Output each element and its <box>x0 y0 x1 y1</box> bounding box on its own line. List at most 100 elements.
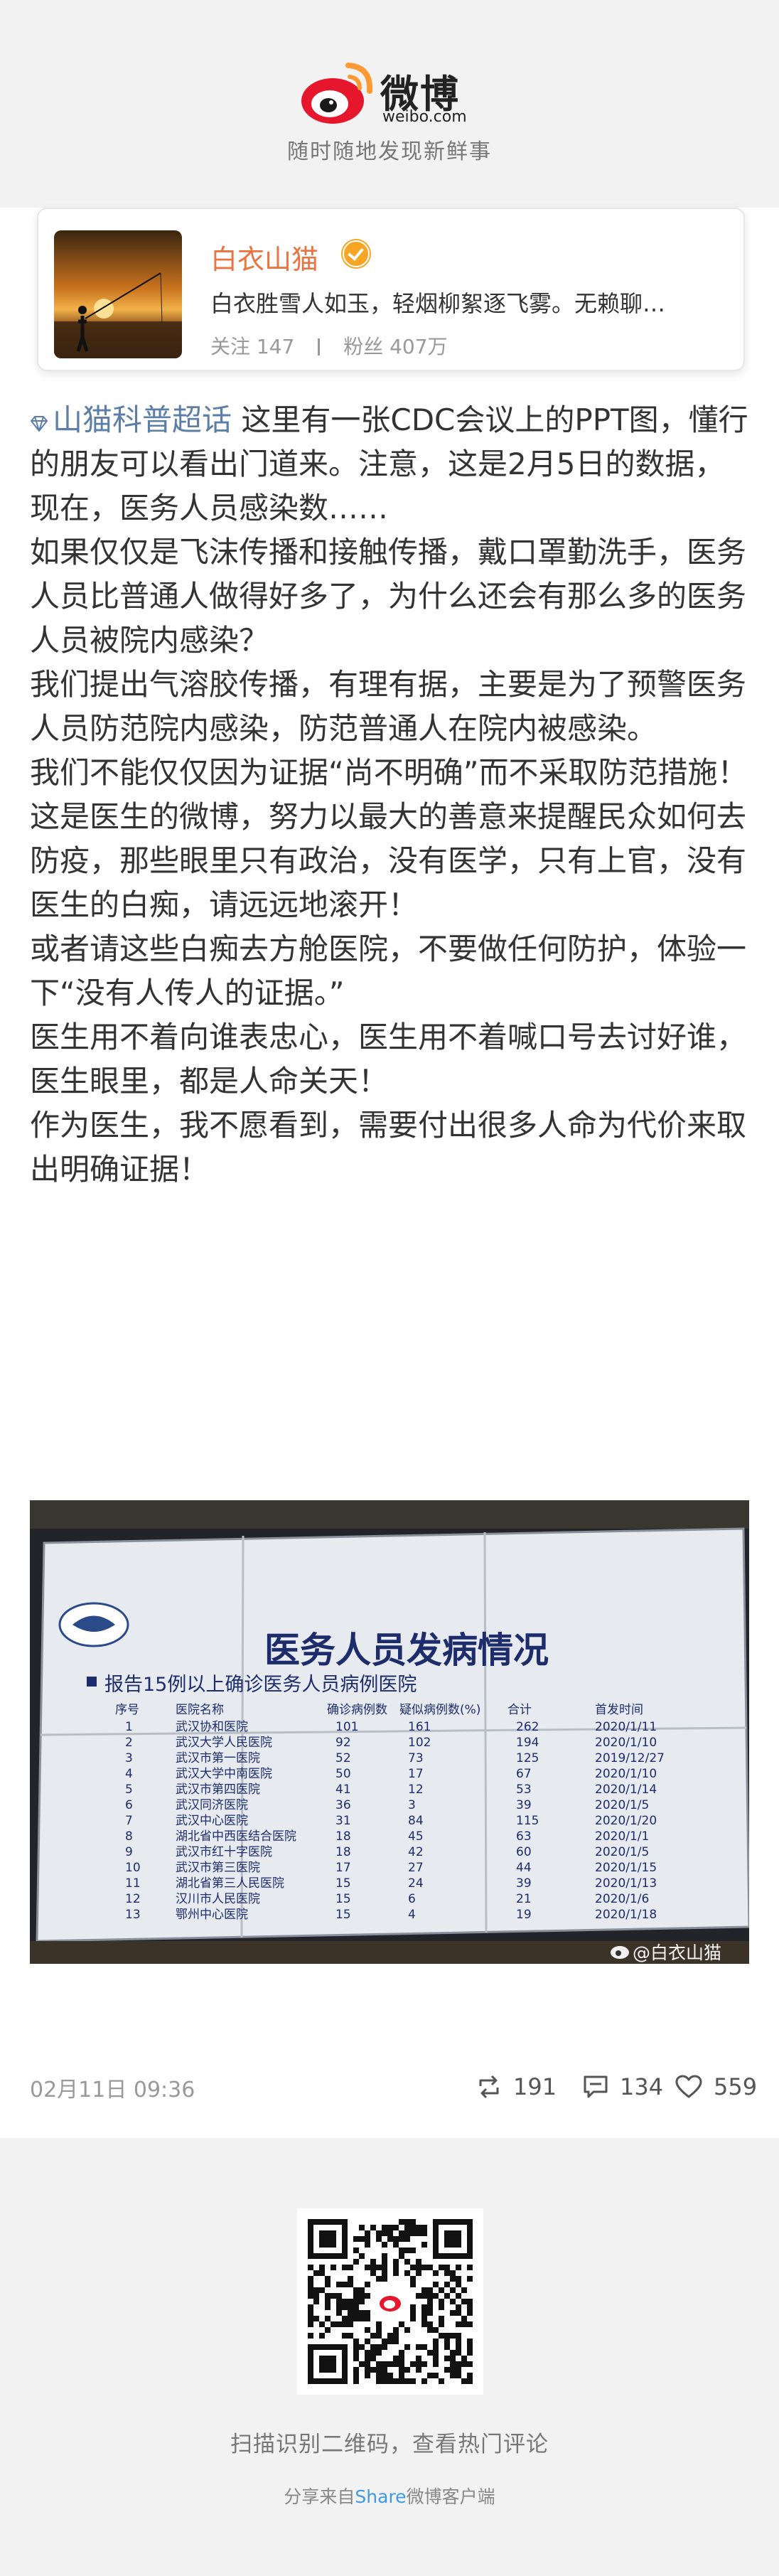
table-cell: 50 <box>335 1767 351 1781</box>
table-cell: 84 <box>408 1814 424 1828</box>
table-cell: 武汉市第一医院 <box>176 1751 260 1765</box>
table-cell: 92 <box>335 1736 351 1750</box>
topic-link[interactable]: 山猫科普超话 <box>30 402 232 437</box>
table-cell: 12 <box>125 1892 141 1906</box>
qr-hint: 扫描识别二维码，查看热门评论 <box>230 2432 549 2457</box>
table-cell: 18 <box>335 1829 351 1844</box>
table-cell: 12 <box>408 1783 424 1797</box>
post-meta: 02月11日 09:36 191 134 559 <box>30 2069 757 2105</box>
post-paragraph: 我们提出气溶胶传播，有理有据，主要是为了预警医务人员防范院内感染，防范普通人在院… <box>30 667 747 746</box>
slide-title: 医务人员发病情况 <box>264 1630 549 1671</box>
table-cell: 武汉大学人民医院 <box>176 1736 272 1750</box>
table-cell: 鄂州中心医院 <box>176 1908 248 1922</box>
profile-card[interactable]: 白衣山猫 白衣胜雪人如玉，轻烟柳絮逐飞雾。无赖聊… 关注 147 粉丝 407万 <box>37 208 745 371</box>
post-body: 山猫科普超话 这里有一张CDC会议上的PPT图，懂行的朋友可以看出门道来。注意，… <box>30 398 749 1192</box>
comment-count: 134 <box>620 2073 664 2100</box>
table-cell: 36 <box>335 1798 351 1812</box>
table-cell: 194 <box>516 1736 539 1750</box>
fans-count: 407万 <box>390 335 448 358</box>
table-cell: 21 <box>516 1892 532 1906</box>
user-bio: 白衣胜雪人如玉，轻烟柳絮逐飞雾。无赖聊… <box>210 290 666 317</box>
slide-photo: 医务人员发病情况 报告15例以上确诊医务人员病例医院 序号 医院名称 确诊病例数 疑似… <box>30 1500 749 1964</box>
table-cell: 44 <box>516 1861 532 1875</box>
repost-button[interactable]: 191 <box>476 2069 557 2105</box>
post-card: 白衣山猫 白衣胜雪人如玉，轻烟柳絮逐飞雾。无赖聊… 关注 147 粉丝 407万… <box>0 208 779 2138</box>
repost-count: 191 <box>513 2073 557 2100</box>
page-header: 微博 weibo.com 随时随地发现新鲜事 <box>0 0 779 206</box>
table-header-cell: 序号 <box>115 1703 139 1717</box>
table-cell: 52 <box>335 1751 351 1765</box>
table-cell: 武汉协和医院 <box>176 1720 248 1734</box>
sunset-avatar-image <box>54 230 182 358</box>
table-cell: 7 <box>125 1814 133 1828</box>
share-line: 分享来自Share微博客户端 <box>0 2483 779 2508</box>
weibo-logo: 微博 weibo.com <box>299 57 512 128</box>
table-cell: 武汉中心医院 <box>176 1814 248 1828</box>
stats-divider <box>318 338 321 356</box>
table-cell: 湖北省第三人民医院 <box>176 1876 284 1891</box>
table-header-cell: 确诊病例数 <box>327 1703 387 1717</box>
table-header-cell: 合计 <box>507 1703 532 1717</box>
table-cell: 161 <box>408 1720 431 1734</box>
table-cell: 67 <box>516 1767 532 1781</box>
table-cell: 2020/1/10 <box>595 1767 657 1781</box>
table-cell: 2 <box>125 1736 133 1750</box>
table-cell: 1 <box>125 1720 133 1734</box>
user-name[interactable]: 白衣山猫 <box>210 237 318 277</box>
table-cell: 武汉市第三医院 <box>176 1861 260 1875</box>
slide-subtitle: 报告15例以上确诊医务人员病例医院 <box>104 1674 417 1696</box>
table-header-cell: 首发时间 <box>595 1703 643 1717</box>
table-header-cell: 疑似病例数(%) <box>399 1703 480 1717</box>
table-cell: 2020/1/13 <box>595 1876 657 1891</box>
table-cell: 39 <box>516 1876 532 1891</box>
table-cell: 60 <box>516 1845 532 1859</box>
fans-label: 粉丝 <box>343 335 384 358</box>
table-cell: 5 <box>125 1783 133 1797</box>
post-paragraph: 或者请这些白痴去方舱医院，不要做任何防护，体验一下“没有人传人的证据。” <box>30 931 747 1010</box>
table-cell: 2020/1/5 <box>595 1845 649 1859</box>
table-cell: 17 <box>335 1861 351 1875</box>
table-cell: 73 <box>408 1751 424 1765</box>
table-cell: 4 <box>408 1908 416 1922</box>
like-count: 559 <box>714 2073 758 2100</box>
table-cell: 汉川市人民医院 <box>176 1892 260 1906</box>
table-cell: 2020/1/20 <box>595 1814 657 1828</box>
table-cell: 15 <box>335 1892 351 1906</box>
table-cell: 11 <box>125 1876 141 1891</box>
avatar[interactable] <box>54 230 182 358</box>
table-cell: 53 <box>516 1783 532 1797</box>
user-stats: 关注 147 粉丝 407万 <box>210 331 448 360</box>
weibo-logo-icon <box>301 63 373 124</box>
share-suffix: 微博客户端 <box>406 2486 495 2507</box>
share-brand[interactable]: Share <box>355 2486 406 2507</box>
table-cell: 8 <box>125 1829 133 1844</box>
table-cell: 2020/1/14 <box>595 1783 657 1797</box>
table-cell: 2020/1/1 <box>595 1829 649 1844</box>
table-cell: 2020/1/5 <box>595 1798 649 1812</box>
table-cell: 2020/1/18 <box>595 1908 657 1922</box>
topic-label[interactable]: 山猫科普超话 <box>53 402 232 437</box>
comment-button[interactable]: 134 <box>583 2069 663 2105</box>
follow-count: 147 <box>256 335 295 358</box>
qr-code-icon <box>308 2219 473 2384</box>
table-cell: 3 <box>408 1798 416 1812</box>
table-cell: 6 <box>125 1798 133 1812</box>
table-cell: 115 <box>516 1814 539 1828</box>
post-paragraph: 如果仅仅是飞沫传播和接触传播，戴口罩勤洗手，医务人员比普通人做得好多了，为什么还… <box>30 535 747 658</box>
table-header-cell: 医院名称 <box>176 1703 224 1717</box>
qr-code[interactable] <box>297 2208 483 2395</box>
table-cell: 2019/12/27 <box>595 1751 665 1765</box>
table-cell: 18 <box>335 1845 351 1859</box>
post-paragraph: 山猫科普超话 这里有一张CDC会议上的PPT图，懂行的朋友可以看出门道来。注意，… <box>30 398 749 530</box>
diamond-icon <box>31 416 48 432</box>
post-image[interactable]: 医务人员发病情况 报告15例以上确诊医务人员病例医院 序号 医院名称 确诊病例数 疑似… <box>30 1500 749 1964</box>
table-cell: 湖北省中西医结合医院 <box>176 1829 296 1844</box>
table-cell: 24 <box>408 1876 424 1891</box>
like-button[interactable]: 559 <box>675 2069 757 2105</box>
table-cell: 31 <box>335 1814 351 1828</box>
logo-url: weibo.com <box>382 108 467 126</box>
table-cell: 武汉大学中南医院 <box>176 1767 272 1781</box>
table-cell: 3 <box>125 1751 133 1765</box>
table-cell: 17 <box>408 1767 424 1781</box>
share-prefix: 分享来自 <box>284 2486 355 2507</box>
